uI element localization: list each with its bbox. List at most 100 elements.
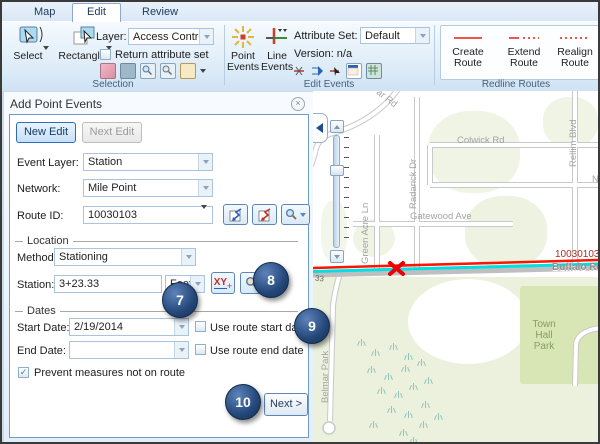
plus-icon: + xyxy=(227,281,232,291)
use-route-start-date-label: Use route start date xyxy=(210,322,307,334)
return-attribute-set-label: Return attribute set xyxy=(115,49,209,61)
next-edit-button[interactable]: Next Edit xyxy=(82,122,142,143)
start-date-label: Start Date: xyxy=(17,322,70,334)
attribute-table-icon[interactable] xyxy=(366,63,382,79)
street-label-radarick: Radarick Dr xyxy=(408,159,419,209)
chevron-down-icon[interactable] xyxy=(201,209,212,221)
start-date-picker[interactable]: 2/19/2014 xyxy=(69,318,189,336)
station-label: Station: xyxy=(17,279,54,291)
search-icon xyxy=(285,208,298,221)
create-route-button[interactable]: Create Route xyxy=(443,27,493,69)
end-date-picker[interactable] xyxy=(69,341,189,359)
point-events-icon xyxy=(231,25,255,49)
chevron-down-icon[interactable] xyxy=(200,69,206,73)
method-select[interactable]: Stationing xyxy=(54,248,196,266)
chevron-down-icon[interactable] xyxy=(198,154,212,170)
realign-route-button[interactable]: Realign Route xyxy=(554,27,596,69)
return-attribute-set-checkbox[interactable] xyxy=(100,49,111,60)
town-hall-park-label: Town Hall Park xyxy=(525,319,563,352)
tab-review[interactable]: Review xyxy=(128,4,192,20)
layer-value: Access Control xyxy=(129,31,199,43)
clear-selection-icon[interactable] xyxy=(100,63,116,79)
chevron-down-icon[interactable] xyxy=(174,319,188,335)
use-route-start-date-checkbox[interactable] xyxy=(195,321,206,332)
attribute-set-value: Default xyxy=(361,30,415,42)
selection-options-icon[interactable] xyxy=(180,63,196,79)
chevron-down-icon[interactable] xyxy=(174,342,188,358)
chevron-left-icon xyxy=(316,123,323,133)
zoom-slider-handle[interactable] xyxy=(330,165,344,176)
prevent-measures-checkbox[interactable]: ✓ xyxy=(18,367,29,378)
chevron-down-icon xyxy=(300,213,306,217)
selection-tools xyxy=(100,63,206,79)
route-id-combo[interactable]: 10030103 xyxy=(83,206,213,224)
callout-10: 10 xyxy=(225,384,261,420)
clear-route-selection-button[interactable] xyxy=(252,204,277,225)
select-label: Select xyxy=(13,50,42,62)
map-view[interactable]: ar Rd Green Acre Ln Radarick Dr Colwick … xyxy=(313,91,598,442)
callout-8: 8 xyxy=(253,262,289,298)
main-area: Add Point Events × New Edit Next Edit Ev… xyxy=(2,91,598,442)
zoom-in-button[interactable] xyxy=(330,120,344,133)
layer-select[interactable]: Access Control xyxy=(128,28,214,45)
select-route-on-map-button[interactable] xyxy=(223,204,248,225)
edit-events-tools xyxy=(292,63,382,79)
merge-event-icon[interactable] xyxy=(310,64,324,78)
xy-coordinates-button[interactable]: XY+ xyxy=(211,272,235,294)
zoom-out-button[interactable] xyxy=(330,250,344,263)
extend-route-label: Extend Route xyxy=(508,46,541,69)
callout-7: 7 xyxy=(162,282,198,318)
rectangle-select-icon xyxy=(72,25,98,49)
app-window: Map Edit Review Select Rectangle Layer: xyxy=(0,0,600,444)
station-value: 3+23.33 xyxy=(55,278,161,290)
use-route-end-date-checkbox[interactable] xyxy=(195,344,206,355)
chevron-down-icon xyxy=(43,46,49,62)
chevron-down-icon[interactable] xyxy=(198,180,212,196)
start-date-value: 2/19/2014 xyxy=(70,321,174,333)
next-button[interactable]: Next > xyxy=(264,393,308,416)
chevron-down-icon[interactable] xyxy=(181,249,195,265)
collapse-panel-button[interactable] xyxy=(313,113,328,143)
tab-map[interactable]: Map xyxy=(20,4,69,20)
event-layer-select[interactable]: Station xyxy=(83,153,213,171)
pan-to-selection-icon[interactable] xyxy=(160,63,176,79)
event-dialog-icon[interactable] xyxy=(346,63,362,79)
zoom-slider-track[interactable] xyxy=(333,135,340,248)
street-label-buffalo: Buffalo Rd xyxy=(552,262,598,273)
ribbon-tabbar: Map Edit Review xyxy=(2,2,598,22)
station-input[interactable]: 3+23.33 xyxy=(54,275,162,293)
line-events-button[interactable]: Line Events xyxy=(261,25,293,73)
chevron-down-icon[interactable] xyxy=(415,28,429,43)
zoom-to-selection-icon[interactable] xyxy=(140,63,156,79)
street-label-rellim: Rellim Blvd xyxy=(568,119,579,167)
route-number-label: 10030103 xyxy=(555,249,598,260)
selection-group-label: Selection xyxy=(2,79,224,90)
route-id-label: Route ID: xyxy=(17,210,63,222)
selection-fill-icon[interactable] xyxy=(120,63,136,79)
method-value: Stationing xyxy=(55,251,181,263)
map-zoom-slider xyxy=(330,120,350,265)
chevron-down-icon[interactable] xyxy=(199,29,213,44)
select-button[interactable]: Select xyxy=(8,25,54,62)
clear-route-map-icon xyxy=(257,207,273,223)
attribute-set-label: Attribute Set: xyxy=(294,30,358,42)
street-label-colwick: Colwick Rd xyxy=(457,135,505,146)
end-date-label: End Date: xyxy=(17,345,66,357)
new-edit-button[interactable]: New Edit xyxy=(16,122,76,143)
extend-route-button[interactable]: Extend Route xyxy=(498,27,550,69)
create-route-label: Create Route xyxy=(452,46,484,69)
attribute-set-select[interactable]: Default xyxy=(360,27,430,44)
point-events-button[interactable]: Point Events xyxy=(227,25,259,73)
chevron-down-icon xyxy=(334,255,340,259)
close-icon[interactable]: × xyxy=(291,97,305,111)
network-select[interactable]: Mile Point xyxy=(83,179,213,197)
version-label: Version: n/a xyxy=(294,48,352,60)
tab-edit[interactable]: Edit xyxy=(72,3,121,22)
realign-route-label: Realign Route xyxy=(557,46,593,69)
ribbon: Select Rectangle Layer: Access Control R… xyxy=(2,22,598,92)
route-id-value: 10030103 xyxy=(84,209,201,221)
split-event-icon[interactable] xyxy=(292,64,306,78)
chevron-up-icon xyxy=(334,125,340,129)
move-event-icon[interactable] xyxy=(328,64,342,78)
route-search-button[interactable] xyxy=(281,204,310,225)
